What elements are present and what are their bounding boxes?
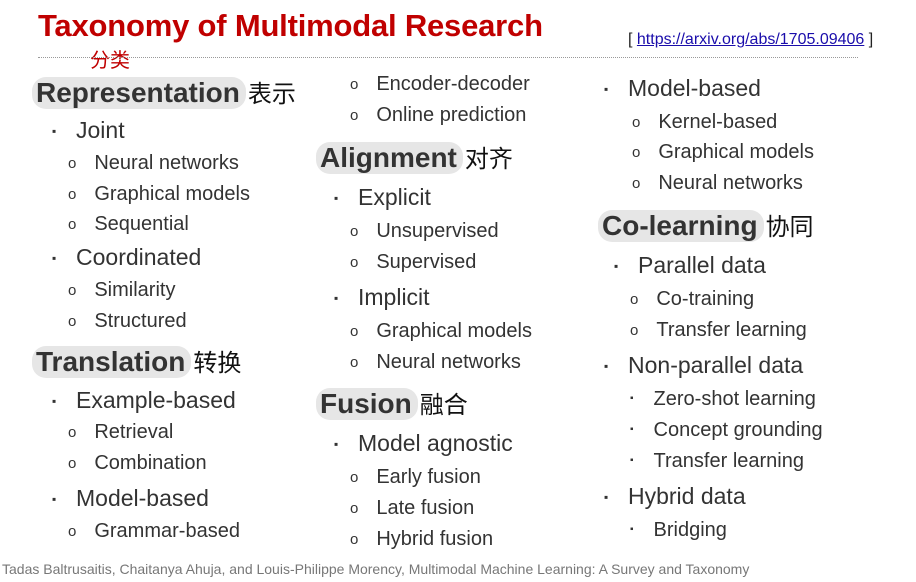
sub-list-item: o Graphical models [68,183,250,205]
sub-list-item: ▪ Transfer learning [630,450,804,472]
circle-bullet-icon: o [68,455,77,472]
sub-list-item: o Combination [68,452,207,474]
circle-bullet-icon: o [350,354,359,371]
section-heading-colearning: Co-learning 协同 [598,207,814,242]
list-item: ▪ Joint [52,117,125,143]
list-item: ▪ Example-based [52,387,236,413]
circle-bullet-icon: o [632,114,641,131]
sub-list-item: o Neural networks [632,172,803,194]
square-bullet-icon: ▪ [604,490,609,504]
heading-label: Representation [32,77,246,109]
circle-bullet-icon: o [68,155,77,172]
square-bullet-icon: ▪ [334,191,339,205]
circle-bullet-icon: o [68,216,77,233]
list-item: ▪ Implicit [334,284,430,310]
heading-label-chinese: 表示 [247,80,296,108]
sub-list-item: o Neural networks [68,152,239,174]
arxiv-link[interactable]: https://arxiv.org/abs/1705.09406 [637,31,864,48]
square-bullet-icon: ▪ [630,424,634,435]
title-divider [38,57,858,58]
section-heading-fusion: Fusion 融合 [316,385,468,420]
sub-list-item: o Kernel-based [632,111,778,133]
sub-list-item: o Similarity [68,279,176,301]
sub-list-item: o Graphical models [350,320,532,342]
sub-list-item: o Early fusion [350,466,481,488]
heading-label: Translation [32,346,192,378]
square-bullet-icon: ▪ [630,393,634,404]
circle-bullet-icon: o [350,469,359,486]
reference-open-bracket: [ [628,31,633,48]
square-bullet-icon: ▪ [604,82,609,96]
circle-bullet-icon: o [68,282,77,299]
list-item: ▪ Model agnostic [334,430,513,456]
circle-bullet-icon: o [68,313,77,330]
reference-close-bracket: ] [868,31,874,48]
square-bullet-icon: ▪ [52,251,57,265]
heading-label: Alignment [316,142,463,174]
heading-label-chinese: 融合 [419,391,468,419]
list-item: ▪ Parallel data [614,252,766,278]
list-item: ▪ Model-based [52,485,209,511]
sub-list-item: o Grammar-based [68,520,240,542]
circle-bullet-icon: o [68,523,77,540]
sub-list-item: o Unsupervised [350,220,499,242]
sub-list-item: o Sequential [68,213,189,235]
list-item: ▪ Model-based [604,75,761,101]
citation-footer: Tadas Baltrusaitis, Chaitanya Ahuja, and… [2,561,750,577]
heading-label-chinese: 协同 [765,213,814,241]
sub-list-item: o Graphical models [632,141,814,163]
sub-list-item: o Neural networks [350,351,521,373]
heading-label-chinese: 对齐 [464,145,513,173]
circle-bullet-icon: o [350,76,359,93]
section-heading-translation: Translation 转换 [32,343,241,378]
square-bullet-icon: ▪ [52,492,57,506]
heading-label: Fusion [316,388,418,420]
heading-label-chinese: 转换 [193,349,242,377]
circle-bullet-icon: o [68,186,77,203]
list-item: ▪ Non-parallel data [604,352,804,378]
square-bullet-icon: ▪ [630,455,634,466]
list-item: ▪ Explicit [334,184,431,210]
sub-list-item: ▪ Concept grounding [630,419,823,441]
sub-list-item: o Transfer learning [630,319,807,341]
square-bullet-icon: ▪ [52,124,57,138]
sub-list-item: o Hybrid fusion [350,528,494,550]
section-heading-representation: Representation 表示 [32,74,296,109]
circle-bullet-icon: o [350,500,359,517]
square-bullet-icon: ▪ [604,359,609,373]
circle-bullet-icon: o [630,322,639,339]
circle-bullet-icon: o [632,144,641,161]
circle-bullet-icon: o [350,531,359,548]
circle-bullet-icon: o [350,223,359,240]
list-item: ▪ Coordinated [52,244,202,270]
sub-list-item: ▪ Zero-shot learning [630,388,816,410]
sub-list-item: o Co-training [630,288,755,310]
square-bullet-icon: ▪ [614,259,619,273]
sub-list-item: ▪ Bridging [630,519,727,541]
page-title-chinese: 分类 [90,48,130,72]
circle-bullet-icon: o [632,175,641,192]
circle-bullet-icon: o [350,323,359,340]
reference-citation: [ https://arxiv.org/abs/1705.09406 ] [628,31,873,49]
square-bullet-icon: ▪ [334,291,339,305]
circle-bullet-icon: o [630,291,639,308]
list-item: ▪ Hybrid data [604,483,746,509]
circle-bullet-icon: o [350,254,359,271]
circle-bullet-icon: o [68,424,77,441]
sub-list-item: o Retrieval [68,421,174,443]
heading-label: Co-learning [598,210,764,242]
section-heading-alignment: Alignment 对齐 [316,139,513,174]
square-bullet-icon: ▪ [52,394,57,408]
sub-list-item: o Encoder-decoder [350,73,530,95]
sub-list-item: o Supervised [350,251,477,273]
circle-bullet-icon: o [350,107,359,124]
sub-list-item: o Late fusion [350,497,475,519]
sub-list-item: o Online prediction [350,104,527,126]
sub-list-item: o Structured [68,310,187,332]
square-bullet-icon: ▪ [630,524,634,535]
page-title: Taxonomy of Multimodal Research [38,8,543,43]
square-bullet-icon: ▪ [334,437,339,451]
